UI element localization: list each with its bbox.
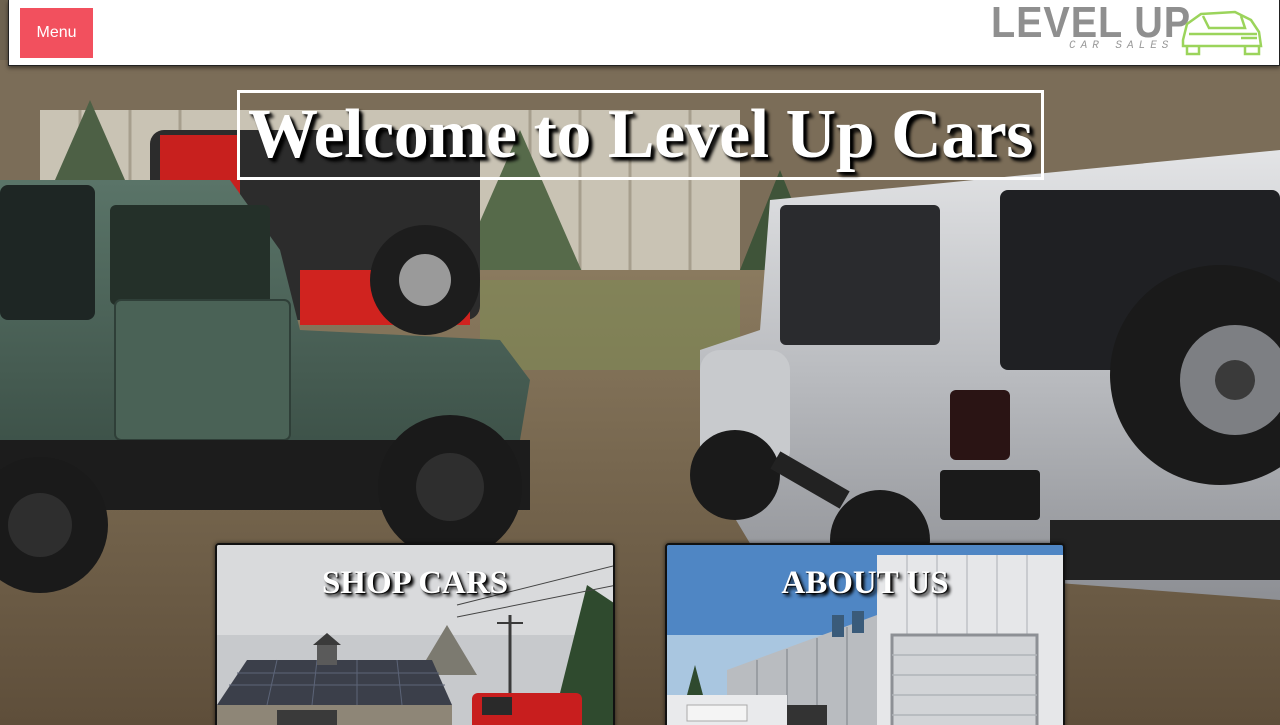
about-us-card[interactable]: ABOUT US	[665, 543, 1065, 725]
car-outline-icon	[1181, 10, 1263, 56]
menu-button[interactable]: Menu	[20, 8, 93, 58]
level-up-logo[interactable]: LEVEL UP CAR SALES	[991, 0, 1271, 60]
hero-title-frame: Welcome to Level Up Cars	[237, 90, 1044, 180]
shop-cars-label: SHOP CARS	[321, 565, 509, 601]
logo-tagline: CAR SALES	[1069, 40, 1174, 52]
about-us-label: ABOUT US	[781, 565, 949, 601]
top-navigation-bar: Menu LEVEL UP CAR SALES	[8, 0, 1280, 66]
shop-cars-card[interactable]: SHOP CARS	[215, 543, 615, 725]
page-title: Welcome to Level Up Cars	[247, 96, 1034, 173]
